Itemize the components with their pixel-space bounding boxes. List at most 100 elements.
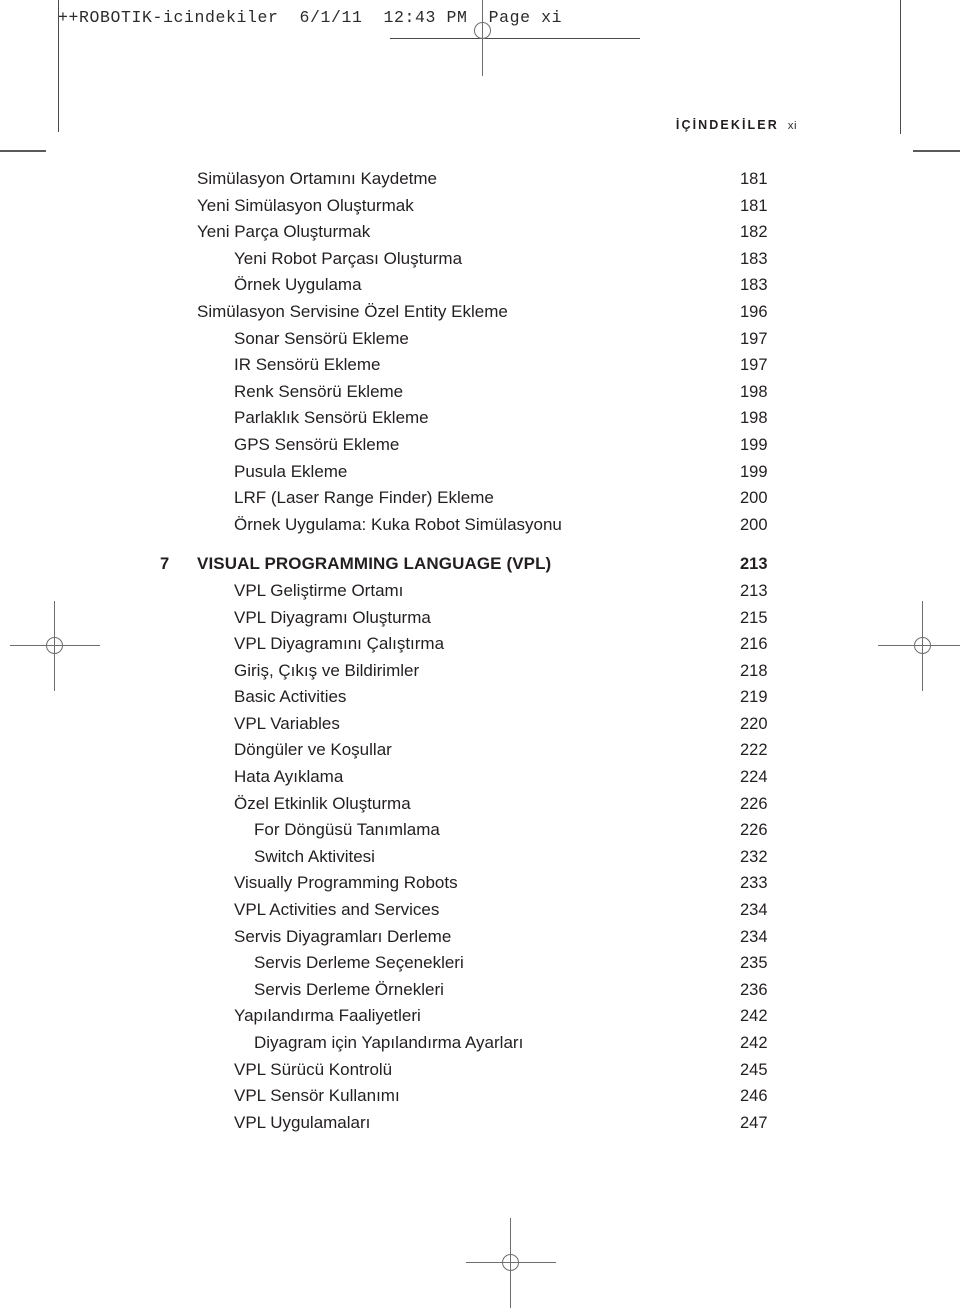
- toc-entry-title: Sonar Sensörü Ekleme: [234, 328, 409, 348]
- scan-slug-text: ++ROBOTIK-icindekiler 6/1/11 12:43 PM Pa…: [58, 8, 563, 27]
- registration-mark-right: [878, 601, 960, 691]
- toc-entry-row[interactable]: Simülasyon Ortamını Kaydetme 181: [160, 166, 800, 193]
- toc-entry-row[interactable]: Örnek Uygulama 183: [160, 272, 800, 299]
- table-of-contents: Simülasyon Ortamını Kaydetme 181 Yeni Simü…: [160, 166, 800, 1136]
- toc-entry-page-number: 215: [740, 608, 768, 627]
- toc-entry-row[interactable]: Diyagram için Yapılandırma Ayarları 242: [160, 1030, 800, 1057]
- toc-entry-title: VISUAL PROGRAMMING LANGUAGE (VPL): [197, 554, 552, 574]
- toc-entry-page-number: 226: [740, 821, 768, 840]
- toc-entry-title: Özel Etkinlik Oluşturma: [234, 793, 411, 813]
- header-rule: [390, 38, 640, 39]
- toc-entry-row[interactable]: Hata Ayıklama 224: [160, 764, 800, 791]
- toc-entry-row[interactable]: Yeni Robot Parçası Oluşturma 183: [160, 246, 800, 273]
- toc-entry-page-number: 234: [740, 901, 768, 920]
- toc-entry-row[interactable]: VPL Activities and Services 234: [160, 897, 800, 924]
- toc-entry-row[interactable]: Servis Diyagramları Derleme 234: [160, 924, 800, 951]
- toc-entry-page-number: 220: [740, 714, 768, 733]
- toc-entry-title: VPL Uygulamaları: [234, 1112, 371, 1132]
- toc-entry-page-number: 198: [740, 409, 768, 428]
- toc-entry-title: VPL Variables: [234, 713, 340, 733]
- toc-entry-page-number: 197: [740, 329, 768, 348]
- toc-entry-title: Parlaklık Sensörü Ekleme: [234, 408, 429, 428]
- toc-entry-title: Döngüler ve Koşullar: [234, 740, 392, 760]
- toc-entry-page-number: 196: [740, 302, 768, 321]
- registration-mark-horizontal: [466, 1262, 556, 1263]
- toc-chapter-number: 7: [160, 555, 170, 574]
- toc-entry-page-number: 234: [740, 927, 768, 946]
- toc-entry-row[interactable]: Pusula Ekleme 199: [160, 459, 800, 486]
- toc-entry-page-number: 216: [740, 635, 768, 654]
- running-head: İÇİNDEKİLER xi: [676, 118, 797, 132]
- toc-entry-row[interactable]: VPL Uygulamaları 247: [160, 1110, 800, 1137]
- toc-entry-title: LRF (Laser Range Finder) Ekleme: [234, 488, 494, 508]
- toc-entry-title: Pusula Ekleme: [234, 461, 348, 481]
- crop-mark-left: [0, 150, 46, 152]
- toc-entry-row[interactable]: VPL Variables 220: [160, 711, 800, 738]
- registration-mark-left: [10, 601, 100, 691]
- toc-entry-page-number: 236: [740, 980, 768, 999]
- toc-entry-title: Diyagram için Yapılandırma Ayarları: [254, 1033, 524, 1052]
- toc-entry-row[interactable]: Yapılandırma Faaliyetleri 242: [160, 1003, 800, 1030]
- toc-entry-page-number: 213: [740, 581, 768, 600]
- toc-entry-page-number: 222: [740, 741, 768, 760]
- toc-entry-row[interactable]: Örnek Uygulama: Kuka Robot Simülasyonu 20…: [160, 512, 800, 539]
- toc-entry-title: For Döngüsü Tanımlama: [254, 820, 440, 840]
- toc-entry-row[interactable]: Renk Sensörü Ekleme 198: [160, 379, 800, 406]
- toc-entry-page-number: 245: [740, 1060, 768, 1079]
- toc-entry-row[interactable]: Visually Programming Robots 233: [160, 870, 800, 897]
- page-folio: xi: [787, 120, 797, 132]
- toc-entry-title: Örnek Uygulama: [234, 275, 362, 295]
- toc-entry-row[interactable]: Özel Etkinlik Oluşturma 226: [160, 791, 800, 818]
- toc-entry-row[interactable]: Giriş, Çıkış ve Bildirimler 218: [160, 658, 800, 685]
- toc-entry-row[interactable]: VPL Diyagramı Oluşturma 215: [160, 605, 800, 632]
- toc-entry-title: VPL Geliştirme Ortamı: [234, 580, 404, 600]
- toc-entry-row[interactable]: Switch Aktivitesi 232: [160, 844, 800, 871]
- toc-entry-title: VPL Sürücü Kontrolü: [234, 1059, 393, 1079]
- toc-entry-title: Simülasyon Servisine Özel Entity Ekleme: [197, 301, 508, 321]
- toc-entry-row[interactable]: Sonar Sensörü Ekleme 197: [160, 326, 800, 353]
- toc-entry-title: Switch Aktivitesi: [254, 846, 375, 866]
- toc-entry-title: Servis Diyagramları Derleme: [234, 926, 452, 946]
- toc-entry-page-number: 181: [740, 170, 768, 188]
- toc-entry-page-number: 233: [740, 874, 768, 893]
- toc-entry-title: GPS Sensörü Ekleme: [234, 434, 400, 454]
- toc-entry-page-number: 199: [740, 435, 768, 454]
- toc-entry-row[interactable]: Servis Derleme Örnekleri 236: [160, 977, 800, 1004]
- toc-entry-row[interactable]: LRF (Laser Range Finder) Ekleme 200: [160, 485, 800, 512]
- toc-entry-page-number: 232: [740, 847, 768, 866]
- toc-entry-row[interactable]: VPL Sürücü Kontrolü 245: [160, 1057, 800, 1084]
- toc-entry-title: VPL Diyagramı Oluşturma: [234, 607, 431, 627]
- toc-entry-title: Yeni Parça Oluşturmak: [197, 222, 371, 242]
- toc-entry-row[interactable]: VPL Sensör Kullanımı 246: [160, 1083, 800, 1110]
- toc-entry-row[interactable]: Simülasyon Servisine Özel Entity Ekleme 1…: [160, 299, 800, 326]
- toc-entry-title: Hata Ayıklama: [234, 767, 344, 787]
- toc-entry-title: VPL Activities and Services: [234, 900, 440, 920]
- toc-entry-row[interactable]: Basic Activities 219: [160, 684, 800, 711]
- toc-entry-page-number: 218: [740, 661, 768, 680]
- toc-entry-title: VPL Diyagramını Çalıştırma: [234, 634, 445, 654]
- toc-entry-row[interactable]: Yeni Simülasyon Oluşturmak 181: [160, 193, 800, 220]
- toc-entry-page-number: 246: [740, 1087, 768, 1106]
- toc-entry-page-number: 183: [740, 276, 768, 295]
- toc-chapter-row[interactable]: 7 VISUAL PROGRAMMING LANGUAGE (VPL) 213: [160, 551, 800, 578]
- toc-entry-row[interactable]: Döngüler ve Koşullar 222: [160, 737, 800, 764]
- toc-entry-page-number: 226: [740, 794, 768, 813]
- toc-entry-title: Giriş, Çıkış ve Bildirimler: [234, 660, 420, 680]
- toc-entry-page-number: 198: [740, 382, 768, 401]
- toc-entry-row[interactable]: Yeni Parça Oluşturmak 182: [160, 219, 800, 246]
- toc-entry-row[interactable]: For Döngüsü Tanımlama 226: [160, 817, 800, 844]
- toc-entry-row[interactable]: VPL Geliştirme Ortamı 213: [160, 578, 800, 605]
- toc-entry-title: Basic Activities: [234, 687, 347, 707]
- toc-entry-page-number: 183: [740, 249, 768, 268]
- toc-entry-title: Yeni Robot Parçası Oluşturma: [234, 248, 463, 268]
- toc-entry-row[interactable]: VPL Diyagramını Çalıştırma 216: [160, 631, 800, 658]
- page-border-line-right: [900, 0, 901, 134]
- registration-mark-bottom: [466, 1218, 556, 1308]
- toc-entry-row[interactable]: Parlaklık Sensörü Ekleme 198: [160, 405, 800, 432]
- toc-entry-row[interactable]: IR Sensörü Ekleme 197: [160, 352, 800, 379]
- toc-entry-page-number: 242: [740, 1034, 768, 1052]
- toc-entry-page-number: 247: [740, 1113, 768, 1132]
- toc-entry-page-number: 199: [740, 462, 768, 481]
- toc-entry-row[interactable]: GPS Sensörü Ekleme 199: [160, 432, 800, 459]
- toc-entry-row[interactable]: Servis Derleme Seçenekleri 235: [160, 950, 800, 977]
